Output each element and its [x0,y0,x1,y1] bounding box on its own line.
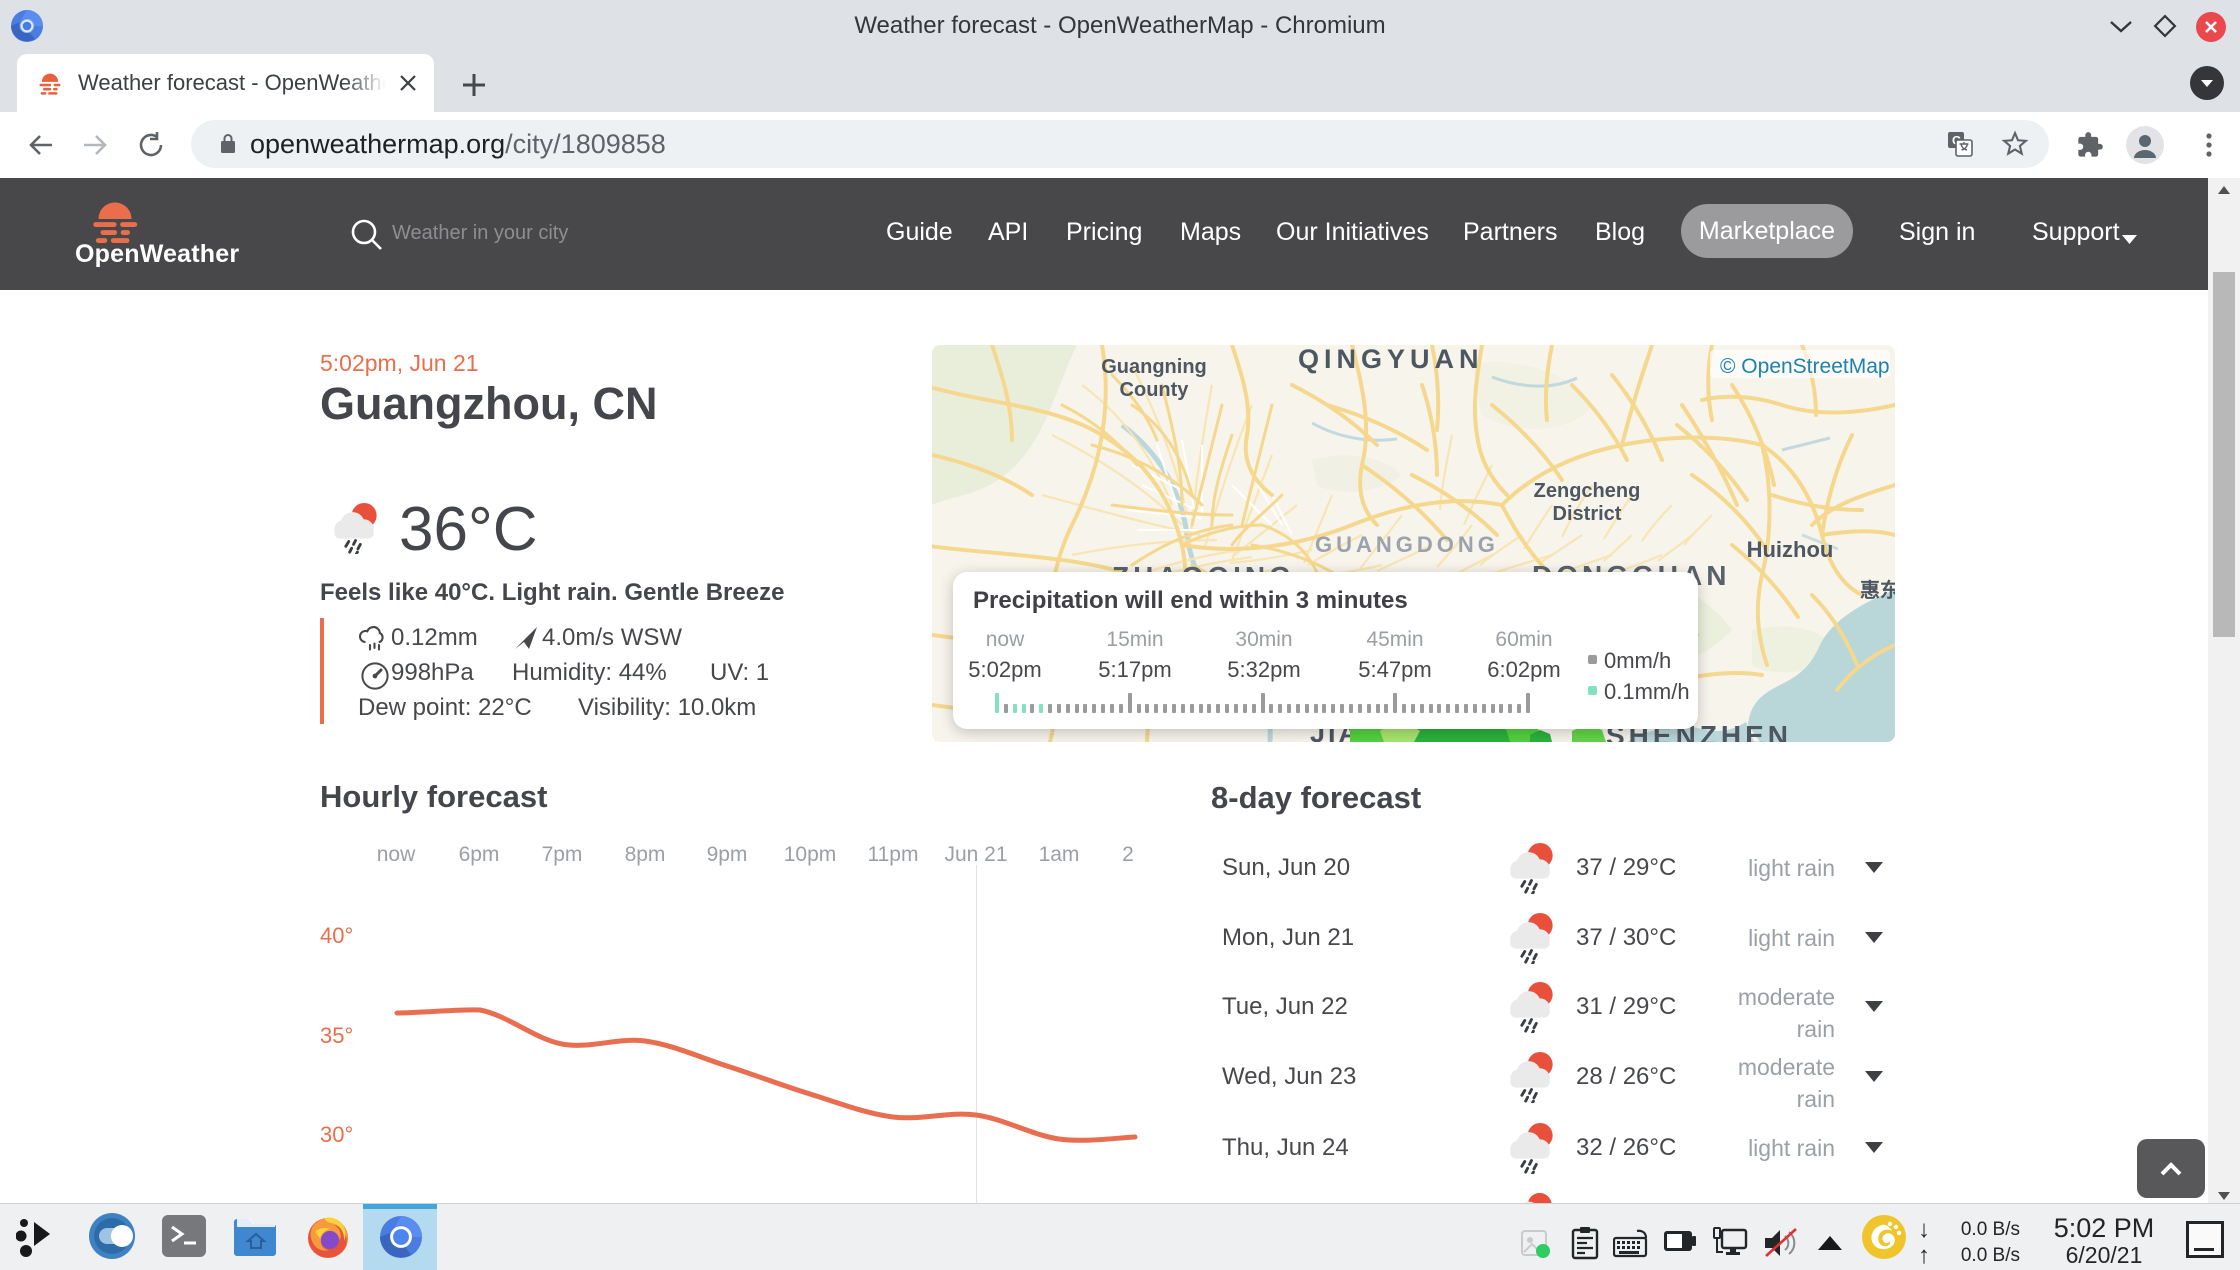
svg-text:County: County [1120,379,1190,401]
svg-text:GUANGDONG: GUANGDONG [1315,532,1499,557]
svg-text:Zengcheng: Zengcheng [1534,480,1641,502]
svg-text:惠东县: 惠东县 [1860,578,1895,602]
svg-text:© OpenStreetMap: © OpenStreetMap [1720,355,1890,378]
svg-text:Huizhou: Huizhou [1747,537,1834,562]
svg-text:District: District [1553,503,1622,525]
svg-text:Guangning: Guangning [1101,356,1207,378]
svg-text:QINGYUAN: QINGYUAN [1298,345,1484,374]
